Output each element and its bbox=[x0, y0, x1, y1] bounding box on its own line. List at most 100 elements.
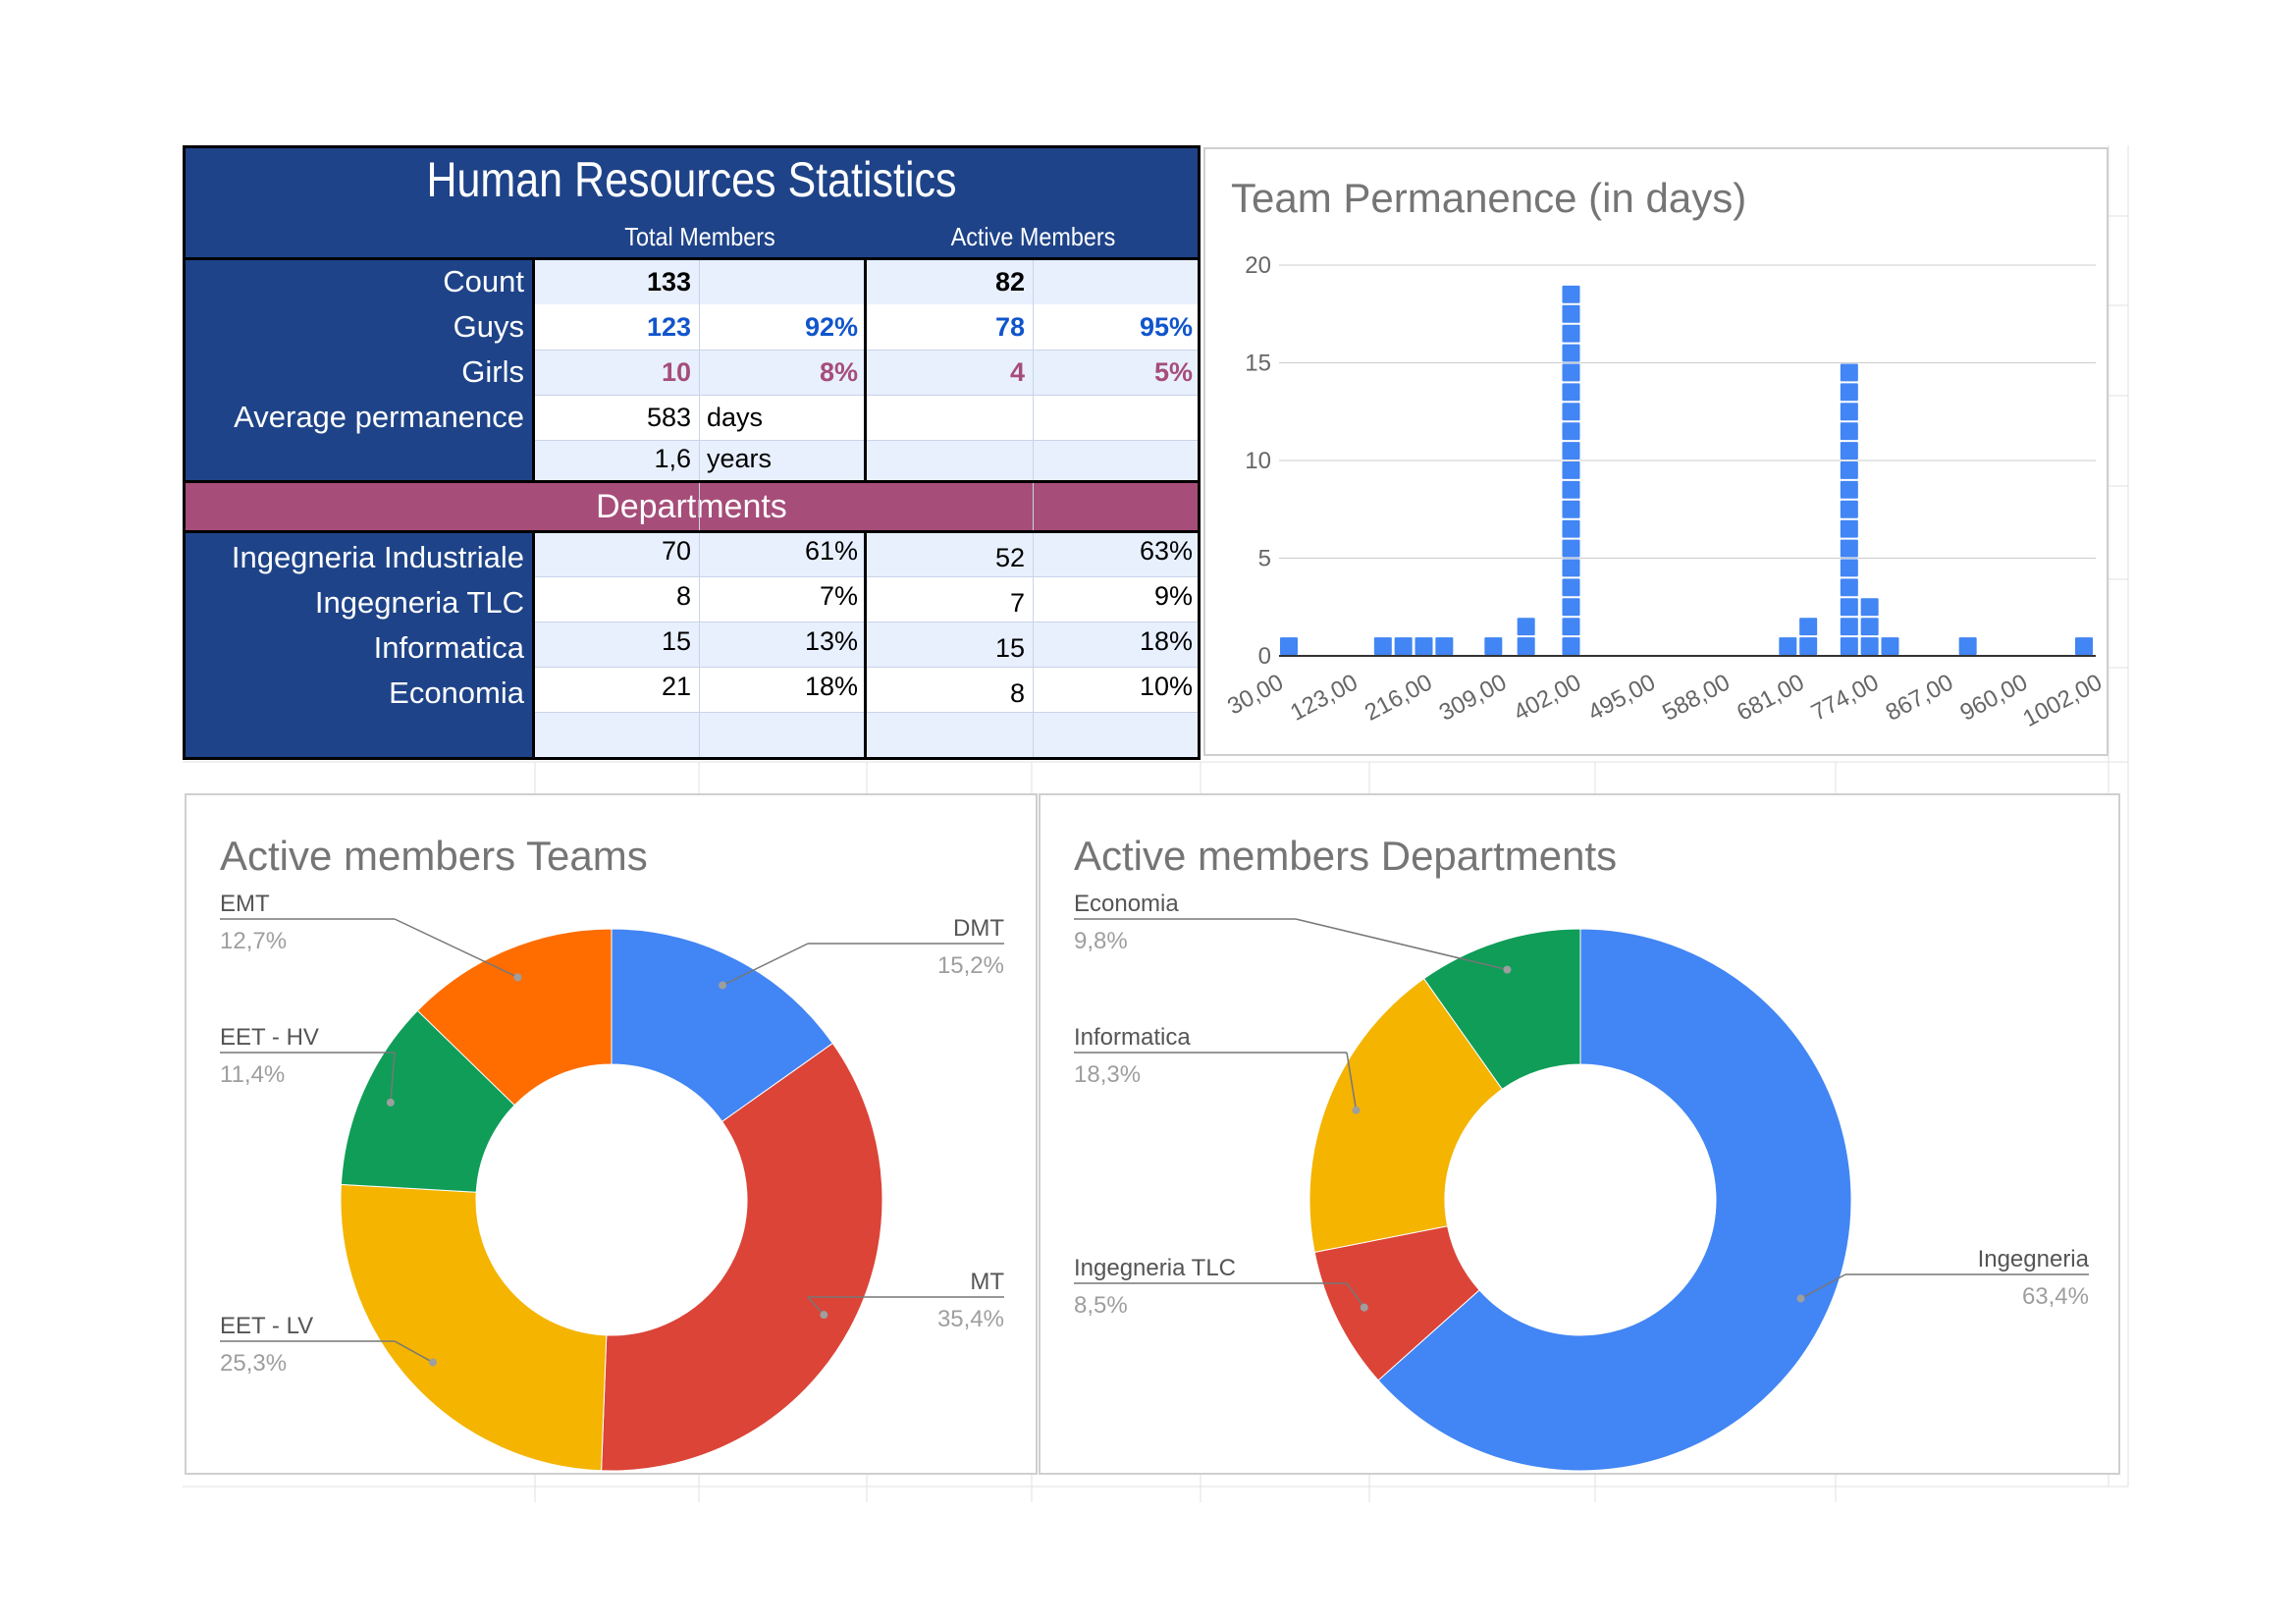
dept-active-pct: 9% bbox=[1153, 581, 1193, 611]
bar-segment bbox=[1562, 383, 1580, 402]
active-members-teams-chart-panel[interactable]: Active members Teams DMT 15,2% MT 35,4% EET … bbox=[185, 793, 1038, 1475]
bar-segment bbox=[1840, 578, 1858, 597]
dept-total: 15 bbox=[661, 626, 691, 656]
bar-segment bbox=[1860, 637, 1879, 655]
bar-segment bbox=[1840, 559, 1858, 577]
avg-years-unit: years bbox=[707, 444, 773, 473]
bar-segment bbox=[1562, 578, 1580, 597]
slice-percent: 25,3% bbox=[220, 1350, 287, 1377]
team-permanence-chart-panel[interactable]: Team Permanence (in days) 0 5 10 15 20 30,00 1… bbox=[1203, 147, 2109, 756]
x-tick-label: 216,00 bbox=[1361, 669, 1436, 726]
departments-donut-chart: Ingegneria 63,4% Ingegneria TLC 8,5% Informa… bbox=[1074, 891, 2090, 1472]
histogram-bar bbox=[1779, 637, 1797, 655]
x-tick-label: 774,00 bbox=[1807, 669, 1883, 726]
departments-band: Departments bbox=[183, 482, 1201, 531]
bar-segment bbox=[1840, 461, 1858, 479]
guys-active-pct: 95% bbox=[1139, 312, 1193, 342]
bar-segment bbox=[1562, 539, 1580, 558]
guys-total-pct: 92% bbox=[804, 312, 858, 342]
bar-segment bbox=[1562, 519, 1580, 538]
dept-active-pct: 18% bbox=[1139, 626, 1193, 656]
histogram-bar bbox=[1415, 637, 1433, 655]
slice-percent: 18,3% bbox=[1074, 1061, 1141, 1088]
border-line bbox=[183, 757, 1201, 760]
bar-segment bbox=[1562, 618, 1580, 636]
bar-segment bbox=[1562, 559, 1580, 577]
active-members-departments-chart-panel[interactable]: Active members Departments Ingegneria 63,… bbox=[1039, 793, 2120, 1475]
bar-segment bbox=[1799, 637, 1818, 655]
histogram-bar bbox=[1881, 637, 1899, 655]
border-line bbox=[864, 530, 867, 760]
bar-segment bbox=[1840, 363, 1858, 382]
bar-segment bbox=[1517, 637, 1535, 655]
histogram-bar bbox=[1958, 637, 1977, 655]
donut-slice bbox=[340, 1183, 608, 1472]
bar-segment bbox=[1881, 637, 1899, 655]
bar-segment bbox=[1840, 403, 1858, 421]
avg-days-value: 583 bbox=[646, 403, 691, 432]
x-tick-label: 681,00 bbox=[1733, 669, 1808, 726]
slice-name: MT bbox=[970, 1269, 1004, 1295]
bar-segment bbox=[1860, 598, 1879, 617]
dept-label-ingegneria-tlc: Ingegneria TLC bbox=[314, 585, 524, 620]
dept-total-pct: 18% bbox=[804, 672, 858, 701]
slice-percent: 11,4% bbox=[220, 1061, 285, 1088]
bar-segment bbox=[1562, 304, 1580, 323]
leader-line bbox=[1295, 918, 1508, 971]
bar-segment bbox=[1394, 637, 1413, 655]
bar-segment bbox=[1435, 637, 1454, 655]
bar-segment bbox=[1484, 637, 1503, 655]
header-active-members: Active Members bbox=[950, 222, 1116, 251]
dept-active: 15 bbox=[994, 633, 1025, 663]
border-line bbox=[1198, 145, 1201, 760]
x-tick-label: 123,00 bbox=[1286, 669, 1362, 726]
dept-total: 8 bbox=[675, 581, 691, 611]
x-tick-label: 867,00 bbox=[1882, 669, 1957, 726]
dept-total-pct: 7% bbox=[819, 581, 858, 611]
leader-line bbox=[394, 918, 518, 978]
dept-active-pct: 10% bbox=[1139, 672, 1193, 701]
row-label-count: Count bbox=[443, 264, 524, 298]
dept-active-pct: 63% bbox=[1139, 536, 1193, 566]
slice-name: EET - LV bbox=[220, 1313, 313, 1339]
dept-total: 70 bbox=[661, 536, 691, 566]
leader-dot bbox=[429, 1358, 438, 1367]
bar-segment bbox=[1840, 383, 1858, 402]
leader-dot bbox=[1503, 965, 1512, 974]
dept-label-ingegneria-industriale: Ingegneria Industriale bbox=[231, 540, 524, 574]
leader-dot bbox=[820, 1311, 828, 1320]
histogram-bar bbox=[1484, 637, 1503, 655]
bar-segment bbox=[1840, 618, 1858, 636]
bar-segment bbox=[1840, 598, 1858, 617]
count-total: 133 bbox=[646, 267, 691, 297]
histogram-bar bbox=[1373, 637, 1392, 655]
bar-segment bbox=[1562, 500, 1580, 518]
bar-segment bbox=[1562, 285, 1580, 303]
bar-segment bbox=[1779, 637, 1797, 655]
bar-segment bbox=[1562, 403, 1580, 421]
bar-segment bbox=[1958, 637, 1977, 655]
bar-segment bbox=[1562, 461, 1580, 479]
slice-label: Informatica 18,3% bbox=[1074, 1024, 1361, 1114]
row-label-guys: Guys bbox=[453, 309, 524, 344]
bar-segment bbox=[2075, 637, 2093, 655]
dept-total: 21 bbox=[661, 672, 691, 701]
row-separator bbox=[534, 667, 1201, 668]
bar-segment bbox=[1373, 637, 1392, 655]
histogram-bar bbox=[1280, 637, 1298, 655]
x-tick-label: 495,00 bbox=[1583, 669, 1659, 726]
bar-segment bbox=[1562, 422, 1580, 441]
slice-percent: 9,8% bbox=[1074, 928, 1128, 954]
border-line bbox=[183, 145, 186, 760]
border-line bbox=[183, 480, 1201, 483]
histogram-bar bbox=[1394, 637, 1413, 655]
x-tick-label: 309,00 bbox=[1435, 669, 1511, 726]
girls-active: 4 bbox=[1009, 357, 1025, 387]
x-tick-label: 588,00 bbox=[1658, 669, 1734, 726]
row-separator bbox=[534, 712, 1201, 713]
dept-total-pct: 13% bbox=[804, 626, 858, 656]
bar-segment bbox=[1562, 480, 1580, 499]
row-separator bbox=[534, 576, 1201, 577]
bar-segment bbox=[1562, 363, 1580, 382]
bar-segment bbox=[1280, 637, 1298, 655]
